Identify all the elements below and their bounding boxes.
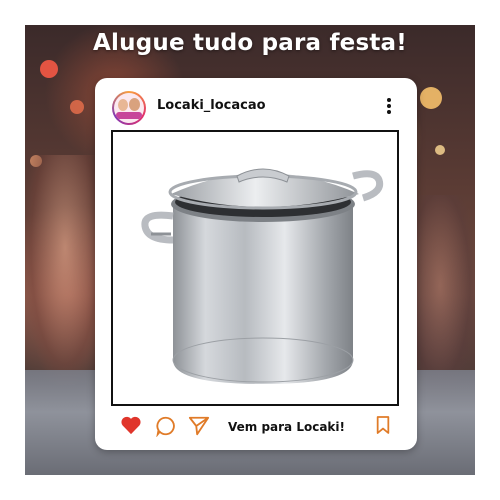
post-caption: Vem para Locaki!	[228, 420, 345, 434]
post-image	[111, 130, 399, 406]
heart-icon[interactable]	[120, 415, 142, 439]
bokeh-light	[435, 145, 445, 155]
blurred-person-left	[25, 155, 105, 385]
bokeh-light	[40, 60, 58, 78]
comment-icon[interactable]	[155, 415, 177, 441]
send-icon[interactable]	[188, 415, 210, 441]
username[interactable]: Locaki_locacao	[157, 98, 266, 113]
bokeh-light	[420, 87, 442, 109]
bookmark-icon[interactable]	[375, 415, 391, 439]
avatar[interactable]	[112, 91, 146, 125]
stock-pot-image	[141, 168, 384, 384]
instagram-post-card: Locaki_locacao Vem para Locaki!	[95, 78, 417, 450]
headline: Alugue tudo para festa!	[93, 30, 407, 56]
bokeh-light	[70, 100, 84, 114]
post-actions: Vem para Locaki!	[95, 410, 417, 450]
post-header: Locaki_locacao	[95, 78, 417, 130]
more-vertical-icon[interactable]	[384, 98, 394, 114]
avatar-image	[114, 93, 144, 123]
